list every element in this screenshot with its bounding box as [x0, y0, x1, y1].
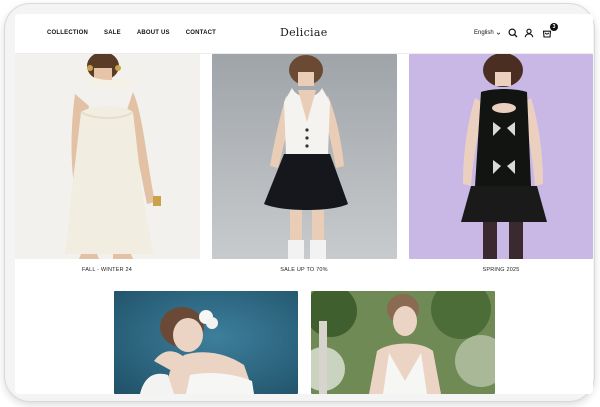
sale-photo[interactable] [212, 54, 397, 259]
collection-caption[interactable]: SALE UP TO 70% [280, 267, 327, 273]
fall-winter-photo[interactable] [15, 54, 200, 259]
brand-logo[interactable]: Deliciae [280, 26, 328, 39]
search-icon [508, 28, 518, 38]
model-black-bow-dress-image [409, 54, 593, 259]
search-button[interactable] [508, 28, 518, 38]
language-label: English [474, 30, 494, 36]
model-cream-dress-image [15, 54, 200, 259]
collection-caption[interactable]: SPRING 2025 [482, 267, 519, 273]
nav-about-us[interactable]: ABOUT US [137, 30, 170, 36]
editorial-photo-garden[interactable] [311, 291, 495, 394]
browser-viewport: COLLECTION SALE ABOUT US CONTACT Delicia… [15, 14, 593, 394]
main-nav: COLLECTION SALE ABOUT US CONTACT [47, 30, 216, 36]
model-white-flower-image [114, 291, 298, 394]
device-frame: COLLECTION SALE ABOUT US CONTACT Delicia… [4, 3, 595, 402]
nav-collection[interactable]: COLLECTION [47, 30, 88, 36]
model-vest-skirt-image [212, 54, 397, 259]
spring-photo[interactable] [409, 54, 593, 259]
user-icon [524, 28, 534, 38]
model-garden-image [311, 291, 495, 394]
cart-count-badge: 3 [550, 23, 558, 31]
nav-sale[interactable]: SALE [104, 30, 121, 36]
account-button[interactable] [524, 28, 534, 38]
collection-caption[interactable]: FALL - WINTER 24 [82, 267, 132, 273]
site-header: COLLECTION SALE ABOUT US CONTACT Delicia… [15, 14, 593, 54]
language-selector[interactable]: English [474, 30, 501, 36]
nav-contact[interactable]: CONTACT [186, 30, 216, 36]
editorial-photo-floral[interactable] [114, 291, 298, 394]
chevron-down-icon [496, 32, 500, 35]
